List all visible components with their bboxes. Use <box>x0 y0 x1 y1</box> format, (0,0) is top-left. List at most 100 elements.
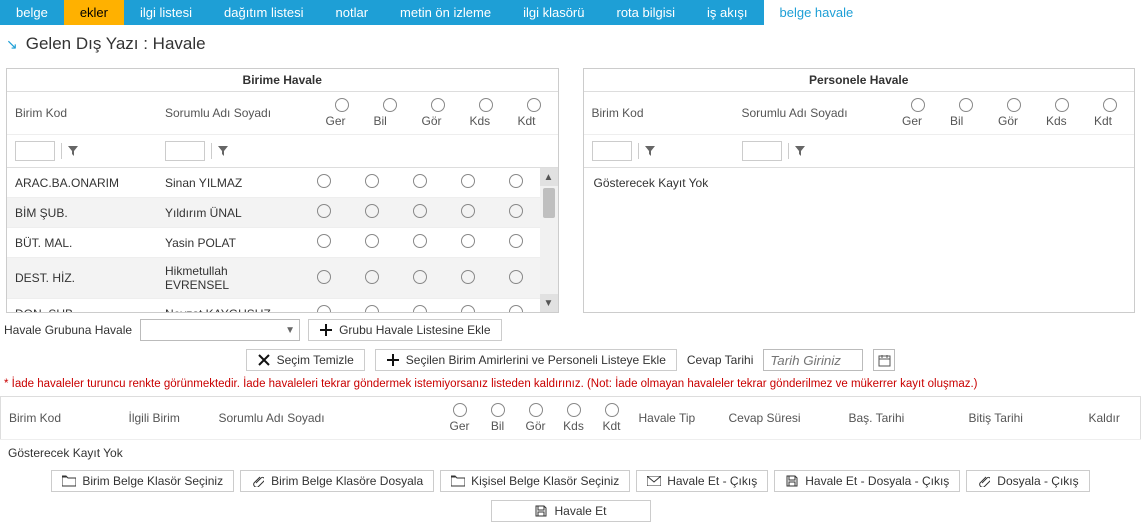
tab-belge[interactable]: belge <box>0 0 64 25</box>
table-row[interactable]: DEST. HİZ.Hikmetullah EVRENSEL <box>7 258 540 299</box>
table-row[interactable]: ARAC.BA.ONARIMSinan YILMAZ <box>7 168 540 198</box>
cell-birim-kod: DEST. HİZ. <box>7 258 157 299</box>
scrollbar[interactable]: ▲ ▼ <box>540 168 558 312</box>
bcol-sorumlu[interactable]: Sorumlu Adı Soyadı <box>211 397 441 440</box>
scroll-thumb[interactable] <box>543 188 555 218</box>
tab-belge-havale[interactable]: belge havale <box>764 0 870 25</box>
tab-metin-on-izleme[interactable]: metin ön izleme <box>384 0 507 25</box>
bcol-cevap-suresi[interactable]: Cevap Süresi <box>721 397 841 440</box>
radio-gor[interactable] <box>413 204 427 218</box>
col-kds[interactable]: Kds <box>462 92 510 135</box>
bcol-kds[interactable]: Kds <box>555 397 593 440</box>
radio-gor[interactable] <box>413 174 427 188</box>
col-birim-kod[interactable]: Birim Kod <box>7 92 157 135</box>
filter-birim-kod-input[interactable] <box>15 141 55 161</box>
tab-ekler[interactable]: ekler <box>64 0 124 25</box>
birim-klasor-sec-button[interactable]: Birim Belge Klasör Seçiniz <box>51 470 234 492</box>
calendar-icon[interactable] <box>873 349 895 371</box>
col-kdt[interactable]: Kdt <box>510 92 558 135</box>
col-bil[interactable]: Bil <box>942 92 990 135</box>
tab-ilgi-klasoru[interactable]: ilgi klasörü <box>507 0 600 25</box>
radio-gor[interactable] <box>413 234 427 248</box>
radio-kdt[interactable] <box>509 270 523 284</box>
bcol-havale-tip[interactable]: Havale Tip <box>631 397 721 440</box>
bcol-kdt[interactable]: Kdt <box>593 397 631 440</box>
radio-ger[interactable] <box>317 174 331 188</box>
scroll-down-icon[interactable]: ▼ <box>540 294 558 312</box>
radio-ger[interactable] <box>317 270 331 284</box>
havale-et-button[interactable]: Havale Et <box>491 500 651 522</box>
radio-bil[interactable] <box>365 305 379 312</box>
col-gor[interactable]: Gör <box>990 92 1038 135</box>
filter-icon[interactable] <box>211 143 224 159</box>
tab-ilgi-listesi[interactable]: ilgi listesi <box>124 0 208 25</box>
filter-sorumlu-input[interactable] <box>742 141 782 161</box>
radio-kds[interactable] <box>461 204 475 218</box>
col-kds[interactable]: Kds <box>1038 92 1086 135</box>
chevron-down-icon: ▼ <box>285 325 295 336</box>
filter-birim-kod-input[interactable] <box>592 141 632 161</box>
scroll-up-icon[interactable]: ▲ <box>540 168 558 186</box>
col-bil[interactable]: Bil <box>366 92 414 135</box>
filter-icon[interactable] <box>638 143 651 159</box>
birim-klasore-dosyala-button[interactable]: Birim Belge Klasöre Dosyala <box>240 470 434 492</box>
cell-birim-kod: ARAC.BA.ONARIM <box>7 168 157 198</box>
filter-sorumlu-input[interactable] <box>165 141 205 161</box>
col-sorumlu[interactable]: Sorumlu Adı Soyadı <box>734 92 895 135</box>
radio-ger[interactable] <box>317 305 331 312</box>
grubu-ekle-label: Grubu Havale Listesine Ekle <box>339 323 490 337</box>
radio-ger[interactable] <box>317 234 331 248</box>
bcol-kaldir[interactable]: Kaldır <box>1081 397 1141 440</box>
col-birim-kod[interactable]: Birim Kod <box>584 92 734 135</box>
radio-gor[interactable] <box>413 305 427 312</box>
cevap-tarihi-input[interactable] <box>763 349 863 371</box>
secim-temizle-button[interactable]: Seçim Temizle <box>246 349 365 371</box>
secilen-amir-ekle-button[interactable]: Seçilen Birim Amirlerini ve Personeli Li… <box>375 349 677 371</box>
havale-grubu-select[interactable]: ▼ <box>140 319 300 341</box>
radio-kds[interactable] <box>461 174 475 188</box>
havale-et-dosyala-cikis-button[interactable]: Havale Et - Dosyala - Çıkış <box>774 470 960 492</box>
bcol-bitis-tarihi[interactable]: Bitiş Tarihi <box>961 397 1081 440</box>
bcol-bil[interactable]: Bil <box>479 397 517 440</box>
filter-icon[interactable] <box>61 143 74 159</box>
radio-bil[interactable] <box>365 174 379 188</box>
grubu-ekle-button[interactable]: Grubu Havale Listesine Ekle <box>308 319 501 341</box>
kisisel-klasor-sec-button[interactable]: Kişisel Belge Klasör Seçiniz <box>440 470 630 492</box>
table-row[interactable]: BÜT. MAL.Yasin POLAT <box>7 228 540 258</box>
col-gor[interactable]: Gör <box>414 92 462 135</box>
bcol-ilgili-birim[interactable]: İlgili Birim <box>121 397 211 440</box>
radio-kdt[interactable] <box>509 305 523 312</box>
col-ger[interactable]: Ger <box>894 92 942 135</box>
radio-kds[interactable] <box>461 305 475 312</box>
radio-bil[interactable] <box>365 204 379 218</box>
radio-bil[interactable] <box>365 270 379 284</box>
cell-birim-kod: BİM ŞUB. <box>7 198 157 228</box>
filter-icon[interactable] <box>788 143 801 159</box>
tab-notlar[interactable]: notlar <box>320 0 385 25</box>
bcol-ger[interactable]: Ger <box>441 397 479 440</box>
radio-kds[interactable] <box>461 234 475 248</box>
attachment-icon <box>251 474 265 488</box>
radio-kdt[interactable] <box>509 234 523 248</box>
radio-bil[interactable] <box>365 234 379 248</box>
cevap-tarihi-label: Cevap Tarihi <box>687 353 753 367</box>
radio-ger[interactable] <box>317 204 331 218</box>
radio-gor[interactable] <box>413 270 427 284</box>
table-row[interactable]: DON. ŞUB.Nevzat KAYGUSUZ <box>7 299 540 313</box>
col-kdt[interactable]: Kdt <box>1086 92 1134 135</box>
havale-et-cikis-button[interactable]: Havale Et - Çıkış <box>636 470 768 492</box>
col-sorumlu[interactable]: Sorumlu Adı Soyadı <box>157 92 318 135</box>
tab-rota-bilgisi[interactable]: rota bilgisi <box>601 0 692 25</box>
tab-dagitim-listesi[interactable]: dağıtım listesi <box>208 0 319 25</box>
tab-is-akisi[interactable]: iş akışı <box>691 0 763 25</box>
table-row[interactable]: BİM ŞUB.Yıldırım ÜNAL <box>7 198 540 228</box>
bcol-bas-tarihi[interactable]: Baş. Tarihi <box>841 397 961 440</box>
col-ger[interactable]: Ger <box>318 92 366 135</box>
bcol-gor[interactable]: Gör <box>517 397 555 440</box>
radio-kds[interactable] <box>461 270 475 284</box>
radio-kdt[interactable] <box>509 204 523 218</box>
expand-arrow-icon[interactable]: ↘ <box>6 36 18 53</box>
radio-kdt[interactable] <box>509 174 523 188</box>
dosyala-cikis-button[interactable]: Dosyala - Çıkış <box>966 470 1089 492</box>
bcol-birim-kod[interactable]: Birim Kod <box>1 397 121 440</box>
